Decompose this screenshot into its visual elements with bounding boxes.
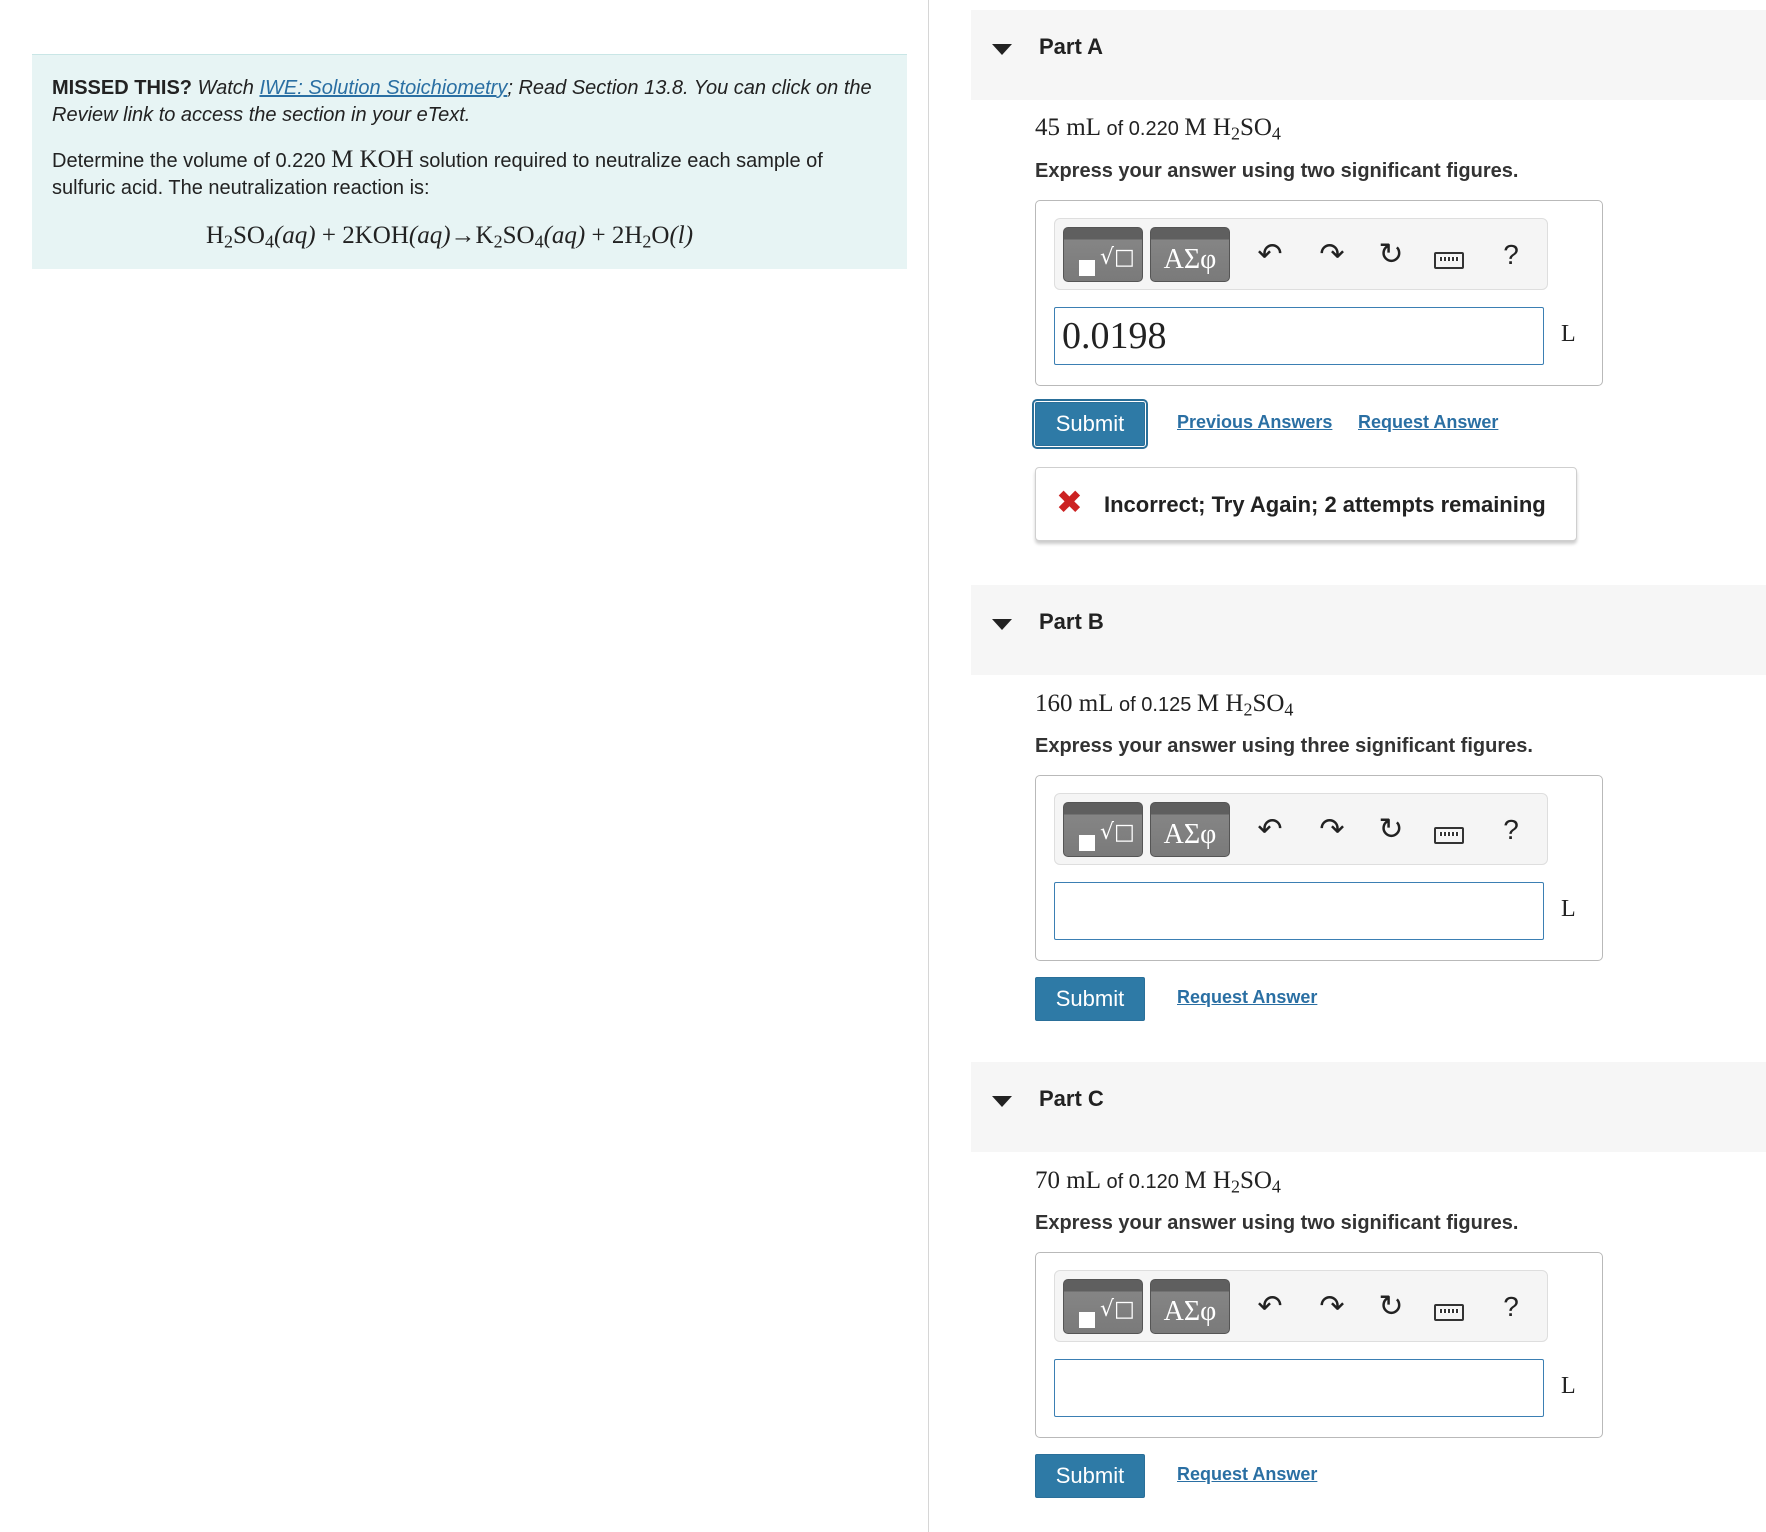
part-b-answer-box: √□ ΑΣφ ↶ ↷ ↻ ? L [1035, 775, 1603, 961]
part-a-answer-box: √□ ΑΣφ ↶ ↷ ↻ ? L [1035, 200, 1603, 386]
undo-icon[interactable]: ↶ [1252, 1288, 1288, 1326]
part-a-prompt: 45 mL of 0.220 M H2SO4 [1035, 114, 1281, 144]
missed-this-label: MISSED THIS? [52, 77, 193, 99]
missed-this-note: MISSED THIS? Watch IWE: Solution Stoichi… [52, 75, 887, 129]
part-a-answer-input[interactable] [1054, 307, 1544, 365]
part-a-submit-button[interactable]: Submit [1032, 399, 1148, 449]
template-icon[interactable]: √□ [1063, 1279, 1143, 1334]
greek-symbols-button[interactable]: ΑΣφ [1150, 1279, 1230, 1334]
feedback-message: Incorrect; Try Again; 2 attempts remaini… [1104, 492, 1546, 517]
reset-icon[interactable]: ↻ [1373, 811, 1409, 849]
watch-text: Watch [197, 77, 254, 99]
part-title: Part C [1039, 1086, 1104, 1111]
part-b-prompt: 160 mL of 0.125 M H2SO4 [1035, 690, 1294, 720]
collapse-caret-icon[interactable] [992, 44, 1012, 55]
part-c-instruction: Express your answer using two significan… [1035, 1212, 1519, 1234]
problem-description: Determine the volume of 0.220 M KOH solu… [52, 146, 823, 199]
column-divider [928, 0, 929, 1532]
error-x-icon: ✖ [1056, 483, 1083, 521]
problem-intro: MISSED THIS? Watch IWE: Solution Stoichi… [32, 54, 907, 269]
part-a-header[interactable]: Part A [971, 10, 1766, 100]
unit-label: L [1561, 321, 1576, 347]
part-b-instruction: Express your answer using three signific… [1035, 735, 1533, 757]
redo-icon[interactable]: ↷ [1314, 236, 1350, 274]
part-c-header[interactable]: Part C [971, 1062, 1766, 1152]
part-a-request-answer-link[interactable]: Request Answer [1358, 412, 1498, 433]
collapse-caret-icon[interactable] [992, 1096, 1012, 1107]
part-c-prompt: 70 mL of 0.120 M H2SO4 [1035, 1167, 1281, 1197]
math-toolbar: √□ ΑΣφ ↶ ↷ ↻ ? [1054, 793, 1548, 865]
previous-answers-link[interactable]: Previous Answers [1177, 412, 1332, 433]
help-icon[interactable]: ? [1493, 236, 1529, 274]
part-c-answer-box: √□ ΑΣφ ↶ ↷ ↻ ? L [1035, 1252, 1603, 1438]
iwe-video-link[interactable]: IWE: Solution Stoichiometry [259, 77, 507, 99]
part-a-instruction: Express your answer using two significan… [1035, 160, 1519, 182]
reset-icon[interactable]: ↻ [1373, 1288, 1409, 1326]
help-icon[interactable]: ? [1493, 1288, 1529, 1326]
undo-icon[interactable]: ↶ [1252, 236, 1288, 274]
neutralization-equation: H2SO4(aq) + 2KOH(aq)→K2SO4(aq) + 2H2O(l) [205, 222, 694, 252]
undo-icon[interactable]: ↶ [1252, 811, 1288, 849]
keyboard-icon[interactable] [1434, 827, 1464, 844]
help-icon[interactable]: ? [1493, 811, 1529, 849]
keyboard-icon[interactable] [1434, 1304, 1464, 1321]
part-b-request-answer-link[interactable]: Request Answer [1177, 987, 1317, 1008]
unit-label: L [1561, 1373, 1576, 1399]
part-b-answer-input[interactable] [1054, 882, 1544, 940]
template-icon[interactable]: √□ [1063, 227, 1143, 282]
redo-icon[interactable]: ↷ [1314, 1288, 1350, 1326]
part-c-request-answer-link[interactable]: Request Answer [1177, 1464, 1317, 1485]
part-title: Part B [1039, 609, 1104, 634]
math-toolbar: √□ ΑΣφ ↶ ↷ ↻ ? [1054, 1270, 1548, 1342]
part-b-header[interactable]: Part B [971, 585, 1766, 675]
template-icon[interactable]: √□ [1063, 802, 1143, 857]
koh-concentration: M KOH [331, 146, 414, 173]
math-toolbar: √□ ΑΣφ ↶ ↷ ↻ ? [1054, 218, 1548, 290]
part-title: Part A [1039, 34, 1103, 59]
collapse-caret-icon[interactable] [992, 619, 1012, 630]
greek-symbols-button[interactable]: ΑΣφ [1150, 802, 1230, 857]
part-b-submit-button[interactable]: Submit [1035, 977, 1145, 1021]
greek-symbols-button[interactable]: ΑΣφ [1150, 227, 1230, 282]
part-c-submit-button[interactable]: Submit [1035, 1454, 1145, 1498]
reset-icon[interactable]: ↻ [1373, 236, 1409, 274]
part-c-answer-input[interactable] [1054, 1359, 1544, 1417]
redo-icon[interactable]: ↷ [1314, 811, 1350, 849]
unit-label: L [1561, 896, 1576, 922]
incorrect-feedback: ✖ Incorrect; Try Again; 2 attempts remai… [1035, 467, 1577, 541]
keyboard-icon[interactable] [1434, 252, 1464, 269]
